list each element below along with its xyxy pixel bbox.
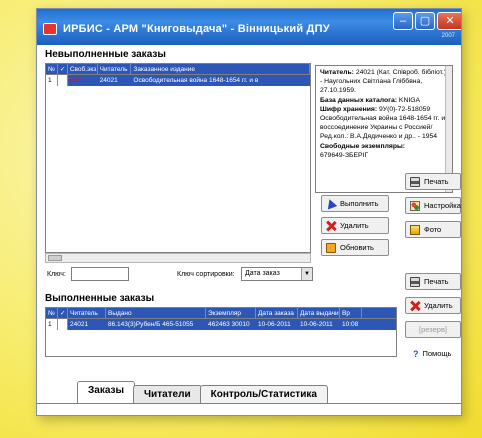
info-cipher-label: Шифр хранения: [320,105,378,113]
row-free-copies: Нет [69,77,82,84]
info-db: База данных каталога: KNIGA [320,96,448,105]
table-row[interactable]: 1 24021 86.143(3)Рубен/Б 465-51055 46246… [46,319,396,330]
reserve-button[interactable]: [резерв] [405,321,461,338]
refresh-label: Обновить [340,243,374,252]
photo-button[interactable]: Фото [405,221,461,238]
info-db-label: База данных каталога: [320,96,398,104]
help-button[interactable]: ? Помощь [409,345,461,362]
col-order-date[interactable]: Дата заказа [256,308,298,318]
photo-icon [410,224,420,235]
sort-key-label: Ключ сортировки: [177,271,235,278]
main-tabs: Заказы Читатели Контроль/Статистика [77,381,328,403]
close-button[interactable]: ✕ [437,12,461,30]
info-cipher: Шифр хранения: 9У(0)-72-518059 [320,105,448,114]
col-issued[interactable]: Выдано [106,308,206,318]
pending-orders-title: Невыполненные заказы [45,49,166,60]
pending-grid-hscroll[interactable] [45,253,311,263]
row-num: 1 [46,75,58,86]
refresh-icon [326,242,336,253]
maximize-button[interactable]: ▢ [415,12,435,30]
col-ordered-item[interactable]: Заказанное издание [131,64,310,74]
key-label: Ключ: [47,271,66,278]
row-time: 10:08 [342,321,359,328]
sort-key-value: Дата заказ [245,270,280,277]
tab-readers[interactable]: Читатели [133,385,202,403]
execute-icon [324,197,338,210]
col-reader[interactable]: Читатель [98,64,132,74]
pending-orders-grid[interactable]: № ✓ Своб.экз. Читатель Заказанное издани… [45,63,311,253]
app-icon [43,23,57,35]
info-reader: Читатель: 24021 (Кат. Співроб. бібліот.)… [320,68,448,96]
row-checkbox[interactable] [58,319,68,330]
col-copy[interactable]: Экземпляр [206,308,256,318]
col-free-copies[interactable]: Своб.экз. [68,64,98,74]
col-reader[interactable]: Читатель [68,308,106,318]
print-done-label: Печать [424,277,449,286]
chevron-down-icon[interactable]: ▼ [301,268,312,280]
completed-grid-header: № ✓ Читатель Выдано Экземпляр Дата заказ… [46,308,396,319]
info-free-label: Свободные экземпляры: [320,142,406,150]
pending-grid-header: № ✓ Своб.экз. Читатель Заказанное издани… [46,64,310,75]
info-db-value: KNIGA [398,96,421,104]
info-free-label-row: Свободные экземпляры: [320,142,448,151]
row-ordered-item: Освободительная война 1648-1654 гг. и в [133,77,259,84]
row-num: 1 [46,319,58,330]
refresh-button[interactable]: Обновить [321,239,389,256]
print-pending-button[interactable]: Печать [405,173,461,190]
print-pending-label: Печать [424,177,449,186]
delete-done-button[interactable]: Удалить [405,297,461,314]
delete-pending-button[interactable]: Удалить [321,217,389,234]
tab-control-statistics[interactable]: Контроль/Статистика [199,385,328,403]
execute-button[interactable]: Выполнить [321,195,389,212]
photo-label: Фото [424,225,442,234]
completed-orders-title: Выполненные заказы [45,293,155,304]
row-checkbox[interactable] [57,75,68,86]
settings-button[interactable]: Настройка [405,197,461,214]
col-num[interactable]: № [46,308,58,318]
key-input[interactable] [71,267,129,281]
help-icon: ? [413,348,419,359]
row-reader: 24021 [70,321,89,328]
row-order-date: 10-06-2011 [258,321,291,328]
execute-label: Выполнить [340,199,379,208]
sort-key-select[interactable]: Дата заказ ▼ [241,267,313,281]
row-issued: 86.143(3)Рубен/Б 465-51055 [108,321,194,328]
tab-baseline [37,403,461,404]
info-cipher-value: 9У(0)-72-518059 [379,105,431,113]
col-check[interactable]: ✓ [58,308,68,318]
help-label: Помощь [422,349,452,358]
hscroll-thumb[interactable] [48,255,62,261]
title-year: 2007 [441,33,455,39]
delete-done-label: Удалить [424,301,453,310]
tab-orders[interactable]: Заказы [77,381,136,403]
delete-x-icon [410,301,420,311]
row-reader: 24021 [99,77,118,84]
app-window: ИРБИС - АРМ "Книговыдача" - Вінницький Д… [36,8,462,416]
row-issue-date: 10-06-2011 [300,321,333,328]
settings-label: Настройка [424,201,461,210]
info-description: Освободительная война 1648-1654 гг. и во… [320,115,446,141]
col-time[interactable]: Вр [340,308,362,318]
info-reader-label: Читатель: [320,69,354,76]
table-row[interactable]: 1 Нет 24021 Освободительная война 1648-1… [46,75,310,86]
col-check[interactable]: ✓ [58,64,68,74]
reserve-label: [резерв] [418,325,448,334]
settings-icon [410,200,420,211]
delete-pending-label: Удалить [340,221,369,230]
printer-icon [410,276,420,287]
printer-icon [410,176,420,187]
row-copy: 462463 30010 [208,321,250,328]
delete-x-icon [326,221,336,231]
minimize-button[interactable]: – [393,12,413,30]
info-free-value: 679649-ЗБЕРІГ [320,151,369,159]
title-bar: ИРБИС - АРМ "Книговыдача" - Вінницький Д… [37,9,461,45]
col-num[interactable]: № [46,64,58,74]
window-title: ИРБИС - АРМ "Книговыдача" - Вінницький Д… [63,23,330,35]
print-done-button[interactable]: Печать [405,273,461,290]
col-issue-date[interactable]: Дата выдачи [298,308,340,318]
completed-orders-grid[interactable]: № ✓ Читатель Выдано Экземпляр Дата заказ… [45,307,397,357]
